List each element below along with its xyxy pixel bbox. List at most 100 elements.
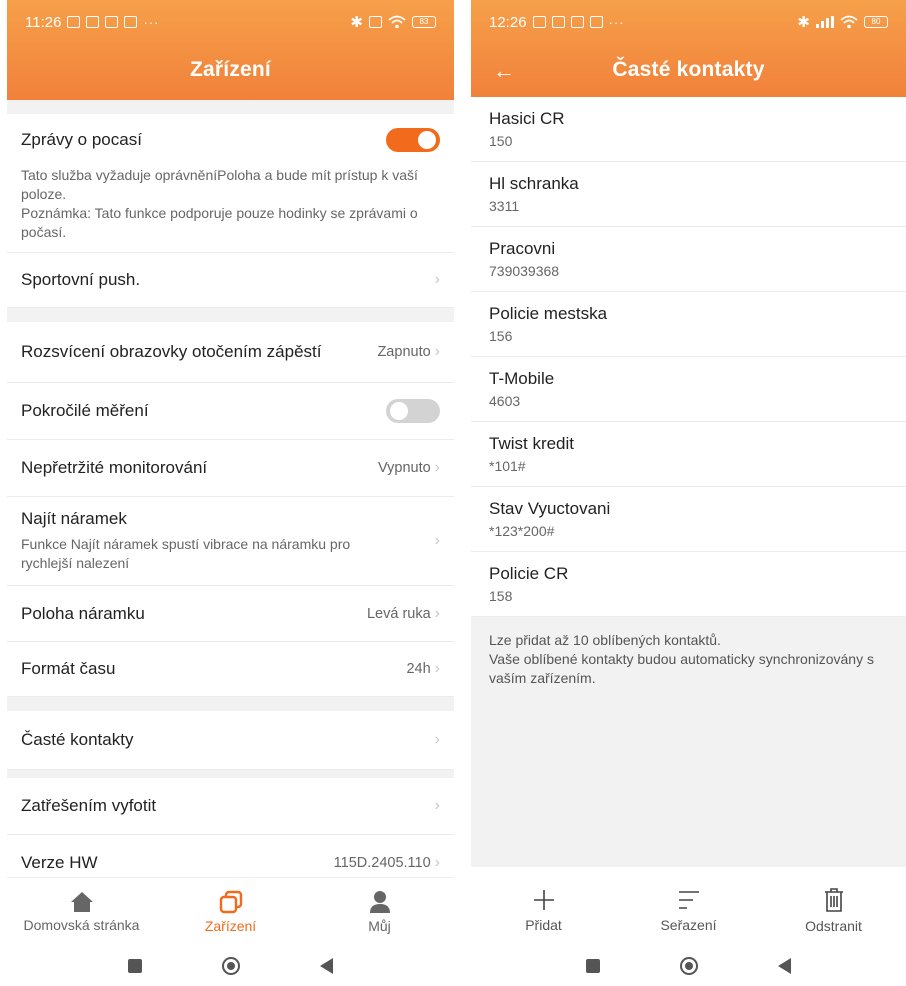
status-time: 12:26 xyxy=(489,13,527,31)
sort-contacts-label: Seřazení xyxy=(660,917,717,933)
band-position-row[interactable]: Poloha náramku Levá ruka › xyxy=(7,586,454,642)
sort-contacts-button[interactable]: Seřazení xyxy=(624,889,754,933)
bottom-navigation: Domovská stránka Zařízení Můj xyxy=(7,877,454,945)
contact-number: *101# xyxy=(489,458,526,474)
advanced-measurement-toggle[interactable] xyxy=(386,399,440,423)
contact-item[interactable]: Pracovni 739039368 xyxy=(471,227,906,292)
contact-name: Hl schranka xyxy=(489,174,579,193)
back-button[interactable] xyxy=(320,957,333,974)
add-contact-button[interactable]: Přidat xyxy=(479,889,609,933)
plus-icon xyxy=(533,890,554,910)
contact-name: Stav Vyuctovani xyxy=(489,499,611,518)
nav-home[interactable]: Domovská stránka xyxy=(12,891,152,933)
contact-number: 158 xyxy=(489,588,513,604)
page-title: Časté kontakty xyxy=(612,58,765,81)
status-bar: 11:26 ··· ✱ 83 xyxy=(7,0,454,44)
sport-push-row[interactable]: Sportovní push. › xyxy=(7,253,454,308)
delete-contacts-label: Odstranit xyxy=(805,918,862,934)
trash-icon xyxy=(824,888,843,912)
back-button[interactable] xyxy=(778,957,791,974)
contact-item[interactable]: Twist kredit *101# xyxy=(471,422,906,487)
monitoring-label: Nepřetržité monitorování xyxy=(21,458,208,477)
contact-number: *123*200# xyxy=(489,523,555,539)
contact-item[interactable]: Policie mestska 156 xyxy=(471,292,906,357)
nav-mine-label: Můj xyxy=(368,917,391,934)
hw-version-label: Verze HW xyxy=(21,853,98,872)
weather-setting: Zprávy o pocasí Tato služba vyžaduje opr… xyxy=(7,114,454,253)
battery-icon: 83 xyxy=(412,16,436,28)
contacts-action-bar: Přidat Seřazení Odstranit xyxy=(471,877,906,945)
contact-name: Policie CR xyxy=(489,564,569,583)
section-divider xyxy=(7,100,454,114)
contact-item[interactable]: Hasici CR 150 xyxy=(471,97,906,162)
notification-icon xyxy=(86,16,100,28)
nav-device-label: Zařízení xyxy=(204,917,257,934)
system-navigation-bar xyxy=(7,945,454,986)
more-notifications-indicator: ··· xyxy=(143,14,160,30)
device-icon xyxy=(219,890,242,913)
contact-number: 150 xyxy=(489,133,513,149)
section-divider xyxy=(7,308,454,322)
contacts-sync-text: Vaše oblíbené kontakty budou automaticky… xyxy=(489,651,874,686)
contacts-info: Lze přidat až 10 oblíbených kontaktů. Va… xyxy=(471,617,906,867)
find-band-row[interactable]: Najít náramek Funkce Najít náramek spust… xyxy=(7,497,454,586)
wrist-wake-row[interactable]: Rozsvícení obrazovky otočením zápěstí Za… xyxy=(7,322,454,383)
weather-toggle[interactable] xyxy=(386,128,440,152)
chevron-right-icon: › xyxy=(434,604,440,622)
contact-item[interactable]: T-Mobile 4603 xyxy=(471,357,906,422)
monitoring-value: Vypnuto xyxy=(378,460,431,476)
home-button[interactable] xyxy=(222,956,240,975)
contact-name: Twist kredit xyxy=(489,434,575,453)
chevron-right-icon: › xyxy=(434,854,440,871)
chevron-right-icon: › xyxy=(434,731,440,748)
time-format-row[interactable]: Formát času 24h › xyxy=(7,642,454,697)
contact-name: Hasici CR xyxy=(489,109,565,128)
hw-version-value: 115D.2405.110 xyxy=(333,855,431,871)
device-settings-screen: 11:26 ··· ✱ 83 Zařízení Zprávy o pocasí … xyxy=(7,0,454,986)
contact-name: Policie mestska xyxy=(489,304,608,323)
contact-name: Pracovni xyxy=(489,239,556,258)
find-band-label: Najít náramek xyxy=(21,509,127,528)
chevron-right-icon: › xyxy=(434,797,440,814)
notification-icon xyxy=(532,16,546,28)
status-bar: 12:26 ··· ✱ 80 xyxy=(471,0,906,44)
home-icon xyxy=(70,891,93,912)
section-divider xyxy=(7,697,454,711)
advanced-measurement-label: Pokročilé měření xyxy=(21,401,149,420)
weather-description: Tato služba vyžaduje oprávněníPoloha a b… xyxy=(21,167,418,202)
system-navigation-bar xyxy=(471,945,906,986)
contact-number: 3311 xyxy=(489,198,520,214)
band-position-label: Poloha náramku xyxy=(21,603,145,623)
delete-contacts-button[interactable]: Odstranit xyxy=(769,888,899,934)
signal-icon xyxy=(816,16,834,28)
sport-push-label: Sportovní push. xyxy=(21,270,141,289)
chevron-right-icon: › xyxy=(434,271,440,288)
chevron-right-icon: › xyxy=(434,343,440,360)
recent-apps-button[interactable] xyxy=(586,958,600,973)
user-icon xyxy=(369,890,390,913)
recent-apps-button[interactable] xyxy=(128,958,142,973)
shake-photo-row[interactable]: Zatřešením vyfotit › xyxy=(7,778,454,835)
contact-number: 156 xyxy=(489,328,513,344)
weather-note: Poznámka: Tato funkce podporuje pouze ho… xyxy=(21,205,418,240)
contact-item[interactable]: Policie CR 158 xyxy=(471,552,906,617)
contacts-limit-text: Lze přidat až 10 oblíbených kontaktů. xyxy=(489,632,721,648)
page-title: Zařízení xyxy=(190,58,271,81)
nav-mine[interactable]: Můj xyxy=(310,890,450,934)
weather-label: Zprávy o pocasí xyxy=(21,130,142,149)
frequent-contacts-row[interactable]: Časté kontakty › xyxy=(7,711,454,770)
time-format-value: 24h xyxy=(406,661,431,677)
home-button[interactable] xyxy=(680,956,698,975)
wifi-icon xyxy=(388,15,406,29)
contact-number: 739039368 xyxy=(489,263,560,279)
contact-item[interactable]: Stav Vyuctovani *123*200# xyxy=(471,487,906,552)
notification-icon xyxy=(124,16,138,28)
notification-icon xyxy=(570,16,584,28)
bluetooth-icon: ✱ xyxy=(797,14,810,31)
chevron-right-icon: › xyxy=(434,532,440,549)
contact-number: 4603 xyxy=(489,393,521,409)
nav-device[interactable]: Zařízení xyxy=(161,890,301,934)
contact-item[interactable]: Hl schranka 3311 xyxy=(471,162,906,227)
monitoring-row[interactable]: Nepřetržité monitorování Vypnuto › xyxy=(7,440,454,497)
bluetooth-icon: ✱ xyxy=(350,14,363,31)
